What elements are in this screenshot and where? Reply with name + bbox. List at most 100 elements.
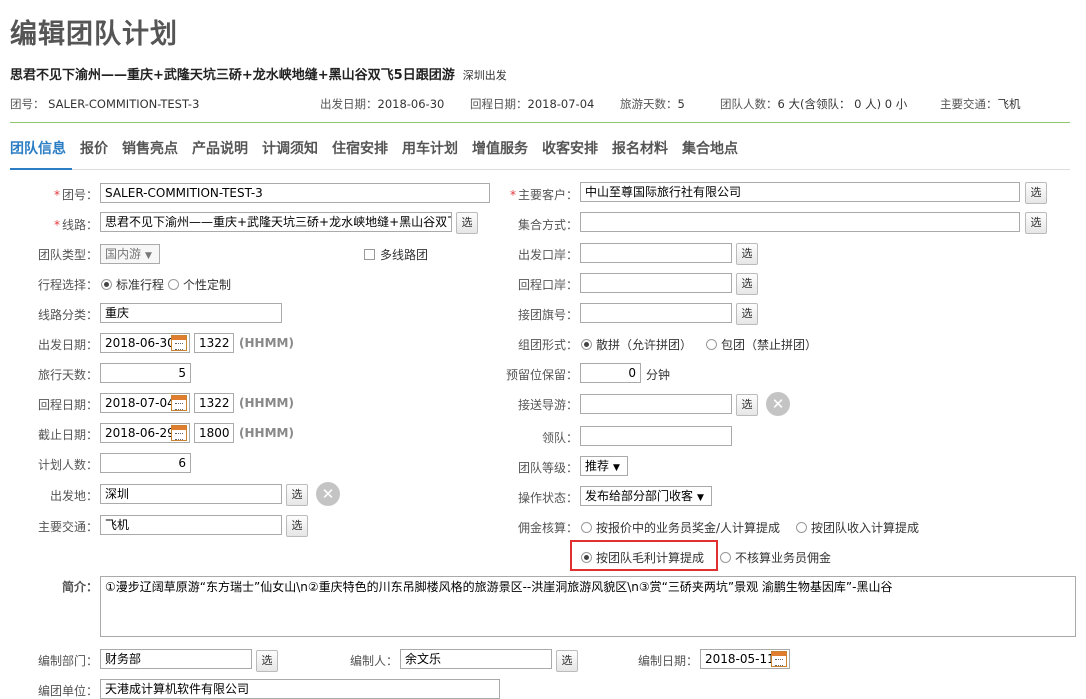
meta-team-no-value: SALER-COMMITION-TEST-3 — [48, 97, 200, 111]
meta-depart: 出发日期：2018-06-30 — [320, 96, 444, 112]
assembly-field[interactable] — [580, 212, 1020, 232]
flag-no-select-button[interactable]: 选 — [736, 303, 758, 325]
main-client-select-button[interactable]: 选 — [1025, 182, 1047, 204]
commission-opt1-radio[interactable] — [581, 522, 592, 533]
guide-select-button[interactable]: 选 — [736, 394, 758, 416]
travel-days-field[interactable]: 5 — [100, 363, 191, 383]
tab-lodging[interactable]: 住宿安排 — [332, 138, 388, 158]
unit-field[interactable]: 天港成计算机软件有限公司 — [100, 679, 500, 699]
op-status-label: 操作状态： — [517, 491, 578, 505]
clear-icon[interactable]: ✕ — [316, 482, 340, 506]
op-status-select[interactable]: 发布给部分部门收客 ▼ — [580, 486, 712, 506]
itinerary-custom-label: 个性定制 — [183, 278, 232, 292]
tab-bar: 团队信息 报价 销售亮点 产品说明 计调须知 住宿安排 用车计划 增值服务 收客… — [10, 138, 752, 158]
planned-people-field[interactable]: 6 — [100, 453, 191, 473]
return-port-select-button[interactable]: 选 — [736, 273, 758, 295]
group-form-charter-radio[interactable] — [706, 339, 718, 350]
depart-city: 深圳出发 — [462, 69, 507, 82]
main-client-field[interactable]: 中山至尊国际旅行社有限公司 — [580, 182, 1020, 202]
tab-quote[interactable]: 报价 — [80, 138, 108, 158]
tab-highlights[interactable]: 销售亮点 — [122, 138, 178, 158]
dept-label: 编制部门： — [37, 654, 98, 668]
chevron-down-icon: ▼ — [613, 463, 620, 473]
reserve-field[interactable]: 0 — [580, 363, 641, 383]
meta-depart-value: 2018-06-30 — [377, 97, 445, 111]
depart-port-field[interactable] — [580, 243, 732, 263]
meta-people-value: 6 大(含领队： 0 人) 0 小 — [777, 97, 908, 111]
itinerary-custom-radio[interactable] — [168, 279, 180, 290]
tab-meeting-point[interactable]: 集合地点 — [682, 138, 738, 158]
leader-field[interactable] — [580, 426, 732, 446]
main-transport-label: 主要交通： — [37, 520, 98, 534]
tab-booking[interactable]: 收客安排 — [542, 138, 598, 158]
calendar-icon[interactable] — [771, 651, 787, 667]
team-no-label-text: 团号： — [61, 188, 98, 202]
meta-transport-label: 主要交通： — [940, 97, 998, 111]
return-time-field[interactable]: 1322 — [194, 393, 234, 413]
commission-opt1-label: 按报价中的业务员奖金/人计算提成 — [596, 521, 781, 535]
tab-vehicle[interactable]: 用车计划 — [402, 138, 458, 158]
depart-port-label: 出发口岸： — [517, 248, 578, 262]
calendar-icon[interactable] — [171, 335, 187, 351]
return-port-label: 回程口岸： — [517, 278, 578, 292]
route-field[interactable]: 思君不见下渝州——重庆+武隆天坑三硚+龙水峡地缝+黑山谷双飞 — [100, 212, 452, 232]
editor-select-button[interactable]: 选 — [556, 650, 578, 672]
grade-label: 团队等级： — [517, 461, 578, 475]
grade-select[interactable]: 推荐 ▼ — [580, 456, 628, 476]
itinerary-label: 行程选择： — [37, 278, 98, 292]
depart-port-select-button[interactable]: 选 — [736, 243, 758, 265]
meta-return-label: 回程日期： — [470, 97, 528, 111]
group-form-charter-label: 包团（禁止拼团） — [721, 338, 818, 352]
depart-place-field[interactable]: 深圳 — [100, 484, 282, 504]
editor-field[interactable]: 余文乐 — [400, 649, 552, 669]
meta-team-no-label: 团号： — [10, 97, 45, 111]
main-client-label: * 主要客户： — [470, 186, 578, 203]
return-port-field[interactable] — [580, 273, 732, 293]
main-transport-select-button[interactable]: 选 — [286, 515, 308, 537]
dept-select-button[interactable]: 选 — [256, 650, 278, 672]
clear-icon[interactable]: ✕ — [766, 392, 790, 416]
tab-op-notes[interactable]: 计调须知 — [262, 138, 318, 158]
commission-opt3-label: 按团队毛利计算提成 — [596, 551, 705, 565]
route-title-text: 思君不见下渝州——重庆+武隆天坑三硚+龙水峡地缝+黑山谷双飞5日跟团游 — [10, 68, 455, 83]
edit-date-label: 编制日期： — [637, 654, 698, 668]
depart-place-select-button[interactable]: 选 — [286, 484, 308, 506]
tab-signup-docs[interactable]: 报名材料 — [612, 138, 668, 158]
summary-textarea[interactable]: ①漫步辽阔草原游“东方瑞士”仙女山\n②重庆特色的川东吊脚楼风格的旅游景区--洪… — [100, 576, 1076, 637]
meta-transport-value: 飞机 — [997, 97, 1021, 111]
multi-route-checkbox[interactable]: 多线路团 — [364, 246, 428, 263]
dept-field[interactable]: 财务部 — [100, 649, 252, 669]
return-date-label: 回程日期： — [37, 398, 98, 412]
meta-days: 旅游天数：5 — [620, 96, 685, 112]
deadline-time-field[interactable]: 1800 — [194, 423, 234, 443]
summary-label: 简介： — [61, 580, 98, 594]
multi-route-label: 多线路团 — [380, 248, 429, 262]
depart-time-field[interactable]: 1322 — [194, 333, 234, 353]
calendar-icon[interactable] — [171, 425, 187, 441]
commission-opt3-radio[interactable] — [581, 552, 592, 563]
tab-team-info[interactable]: 团队信息 — [10, 138, 66, 158]
travel-days-label: 旅行天数： — [37, 368, 98, 382]
team-no-field[interactable]: SALER-COMMITION-TEST-3 — [100, 183, 490, 203]
route-label: * 线路： — [10, 216, 98, 233]
commission-opt4-radio[interactable] — [720, 552, 732, 563]
tab-product-desc[interactable]: 产品说明 — [192, 138, 248, 158]
flag-no-label: 接团旗号： — [517, 308, 578, 322]
meta-return-value: 2018-07-04 — [527, 97, 595, 111]
reserve-label: 预留位保留： — [505, 368, 578, 382]
team-type-select[interactable]: 国内游 ▼ — [100, 244, 160, 264]
assembly-select-button[interactable]: 选 — [1025, 212, 1047, 234]
route-cat-label: 线路分类： — [37, 308, 98, 322]
header-divider — [10, 122, 1070, 123]
tab-value-added[interactable]: 增值服务 — [472, 138, 528, 158]
itinerary-standard-radio[interactable] — [101, 279, 112, 290]
flag-no-field[interactable] — [580, 303, 732, 323]
guide-field[interactable] — [580, 394, 732, 414]
group-form-mixed-radio[interactable] — [581, 339, 592, 350]
main-transport-field[interactable]: 飞机 — [100, 515, 282, 535]
calendar-icon[interactable] — [171, 395, 187, 411]
route-cat-field[interactable]: 重庆 — [100, 303, 282, 323]
meta-team-no: 团号： SALER-COMMITION-TEST-3 — [10, 96, 199, 112]
commission-opt2-radio[interactable] — [796, 522, 808, 533]
required-mark: * — [53, 188, 60, 202]
